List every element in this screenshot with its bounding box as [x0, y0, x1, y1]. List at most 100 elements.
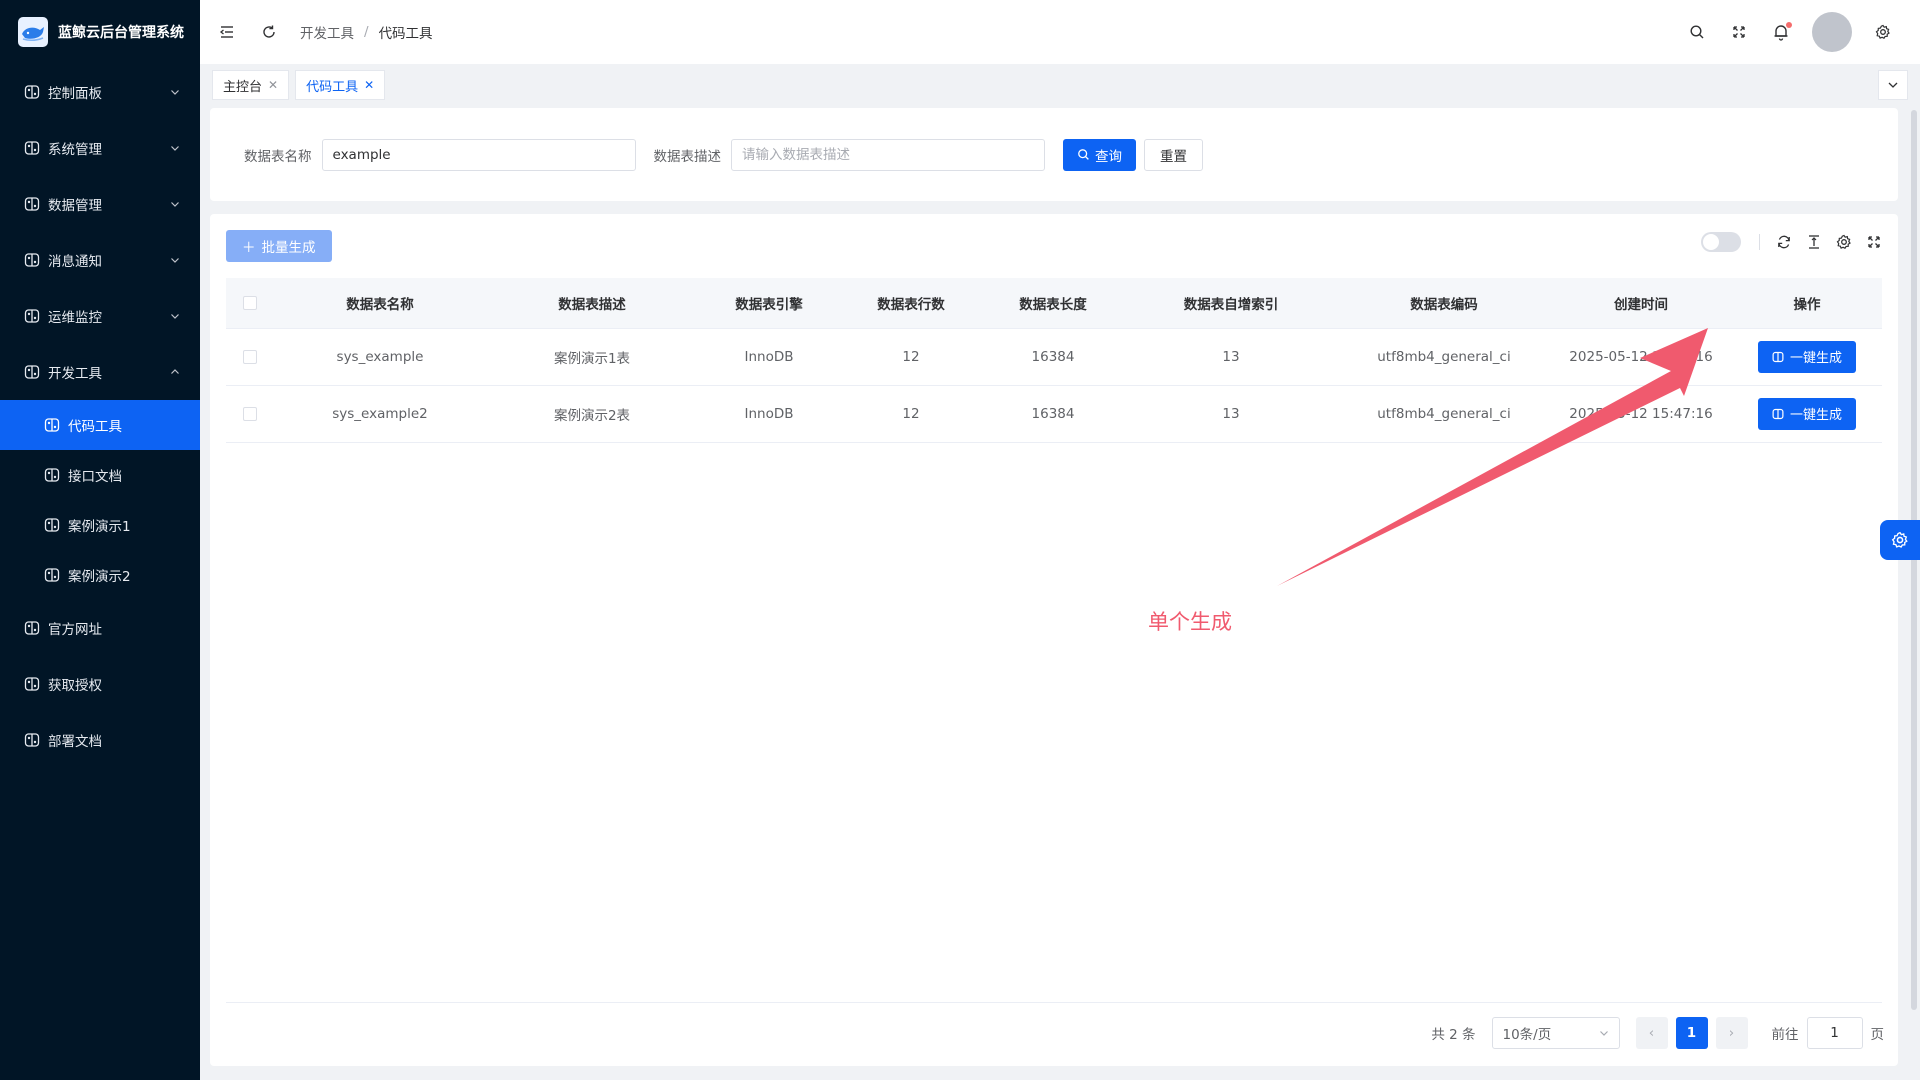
- tabs-more-button[interactable]: [1878, 70, 1908, 100]
- chevron-down-icon: [1888, 82, 1898, 88]
- table-row[interactable]: sys_example 案例演示1表 InnoDB 12 16384 13 ut…: [226, 328, 1882, 386]
- toggle-switch[interactable]: [1701, 232, 1741, 252]
- column-header[interactable]: 数据表编码: [1338, 278, 1550, 329]
- column-header[interactable]: 数据表引擎: [698, 278, 840, 329]
- goto-page-input[interactable]: 1: [1806, 1017, 1863, 1049]
- pagination-total: 共 2 条: [1431, 1027, 1476, 1043]
- table-header-row: 数据表名称 数据表描述 数据表引擎 数据表行数 数据表长度 数据表自增索引 数据…: [226, 278, 1882, 329]
- page-size-select[interactable]: 10条/页: [1491, 1017, 1620, 1049]
- batch-generate-button[interactable]: ＋ 批量生成: [226, 230, 332, 262]
- cell-length: 16384: [982, 385, 1124, 443]
- app-logo[interactable]: 蓝鲸云后台管理系统: [0, 0, 200, 64]
- divider: [1759, 234, 1760, 250]
- switch-icon: [24, 676, 40, 692]
- generate-button[interactable]: 一键生成: [1757, 340, 1856, 373]
- tab-label: 代码工具: [306, 79, 359, 95]
- column-header[interactable]: 数据表自增索引: [1124, 278, 1338, 329]
- cell-auto-increment: 13: [1124, 385, 1338, 443]
- row-select-cell: [226, 385, 274, 443]
- breadcrumb-item[interactable]: 开发工具: [300, 22, 354, 42]
- sidebar-subitem-code-tool[interactable]: 代码工具: [0, 400, 200, 450]
- prev-page-button[interactable]: ‹: [1635, 1017, 1668, 1049]
- refresh-icon[interactable]: [1774, 232, 1794, 252]
- reset-button[interactable]: 重置: [1144, 138, 1203, 171]
- table-desc-input[interactable]: [731, 138, 1045, 171]
- sidebar-item-data[interactable]: 数据管理: [0, 176, 200, 232]
- cell-table-desc: 案例演示2表: [486, 385, 698, 443]
- gear-icon[interactable]: [1834, 232, 1854, 252]
- sidebar-subitem-label: 接口文档: [68, 469, 122, 485]
- row-checkbox[interactable]: [243, 349, 257, 364]
- bell-icon[interactable]: [1770, 21, 1792, 43]
- chevron-down-icon: [171, 314, 179, 319]
- select-all-checkbox[interactable]: [243, 295, 257, 310]
- scrollbar[interactable]: [1911, 110, 1917, 1010]
- sidebar-subitem-demo1[interactable]: 案例演示1: [0, 500, 200, 550]
- sidebar-item-dashboard[interactable]: 控制面板: [0, 64, 200, 120]
- switch-icon: [24, 732, 40, 748]
- page-size-value: 10条/页: [1502, 1027, 1552, 1043]
- sidebar-subitem-demo2[interactable]: 案例演示2: [0, 550, 200, 600]
- sidebar-item-label: 消息通知: [48, 254, 102, 270]
- sidebar: 蓝鲸云后台管理系统 控制面板 系统管理 数据管理 消息通知 运维监控 开发工具 …: [0, 0, 200, 1080]
- cell-action: 一键生成: [1732, 385, 1882, 443]
- column-header[interactable]: 创建时间: [1550, 278, 1732, 329]
- sidebar-item-devtools[interactable]: 开发工具: [0, 344, 200, 400]
- column-header[interactable]: 数据表名称: [274, 278, 486, 329]
- cell-length: 16384: [982, 328, 1124, 386]
- gear-icon: [1891, 531, 1908, 548]
- sidebar-item-system[interactable]: 系统管理: [0, 120, 200, 176]
- cell-table-desc: 案例演示1表: [486, 328, 698, 386]
- page-number-current[interactable]: 1: [1675, 1017, 1708, 1049]
- chevron-up-icon: [171, 369, 179, 374]
- table-toolbar: [1701, 232, 1884, 252]
- batch-generate-label: 批量生成: [261, 240, 316, 256]
- cell-table-name: sys_example2: [274, 385, 486, 443]
- generate-button-label: 一键生成: [1789, 408, 1842, 423]
- search-icon: [1078, 149, 1089, 160]
- column-header[interactable]: 数据表行数: [840, 278, 982, 329]
- sidebar-item-official-site[interactable]: 官方网址: [0, 600, 200, 656]
- switch-icon: [24, 84, 40, 100]
- tab-home[interactable]: 主控台 ✕: [212, 70, 290, 100]
- breadcrumb: 开发工具 / 代码工具: [300, 22, 433, 42]
- search-form: 数据表名称 数据表描述 查询 重置: [210, 108, 1898, 201]
- sidebar-item-label: 控制面板: [48, 86, 102, 102]
- sidebar-item-label: 开发工具: [48, 366, 102, 382]
- close-icon[interactable]: ✕: [364, 78, 374, 92]
- table-name-label: 数据表名称: [244, 148, 312, 165]
- sidebar-subitem-api-docs[interactable]: 接口文档: [0, 450, 200, 500]
- settings-drawer-button[interactable]: [1880, 520, 1920, 560]
- menu-fold-icon[interactable]: [216, 21, 238, 43]
- column-header[interactable]: 数据表长度: [982, 278, 1124, 329]
- generate-button[interactable]: 一键生成: [1757, 397, 1856, 430]
- query-button[interactable]: 查询: [1063, 138, 1136, 171]
- cell-created-time: 2025-05-12 15:47:16: [1550, 328, 1732, 386]
- next-page-button[interactable]: ›: [1715, 1017, 1748, 1049]
- search-icon[interactable]: [1686, 21, 1708, 43]
- sidebar-item-label: 部署文档: [48, 734, 102, 750]
- refresh-icon[interactable]: [258, 21, 280, 43]
- column-header[interactable]: 数据表描述: [486, 278, 698, 329]
- fullscreen-icon[interactable]: [1864, 232, 1884, 252]
- column-height-icon[interactable]: [1804, 232, 1824, 252]
- pagination: 共 2 条 10条/页 ‹ 1 › 前往 1 页: [1431, 1017, 1884, 1049]
- chevron-down-icon: [171, 146, 179, 151]
- table-row[interactable]: sys_example2 案例演示2表 InnoDB 12 16384 13 u…: [226, 385, 1882, 443]
- close-icon[interactable]: ✕: [268, 78, 278, 92]
- divider: [226, 1002, 1882, 1003]
- avatar[interactable]: [1812, 12, 1852, 52]
- sidebar-item-messages[interactable]: 消息通知: [0, 232, 200, 288]
- row-checkbox[interactable]: [243, 406, 257, 421]
- fullscreen-icon[interactable]: [1728, 21, 1750, 43]
- sidebar-item-license[interactable]: 获取授权: [0, 656, 200, 712]
- sidebar-item-deploy-docs[interactable]: 部署文档: [0, 712, 200, 768]
- generate-button-label: 一键生成: [1789, 351, 1842, 366]
- sidebar-item-label: 数据管理: [48, 198, 102, 214]
- table-name-input[interactable]: [321, 138, 636, 171]
- gear-icon[interactable]: [1872, 21, 1894, 43]
- cell-charset: utf8mb4_general_ci: [1338, 385, 1550, 443]
- sidebar-item-monitor[interactable]: 运维监控: [0, 288, 200, 344]
- cell-auto-increment: 13: [1124, 328, 1338, 386]
- tab-code-tool[interactable]: 代码工具 ✕: [295, 70, 386, 100]
